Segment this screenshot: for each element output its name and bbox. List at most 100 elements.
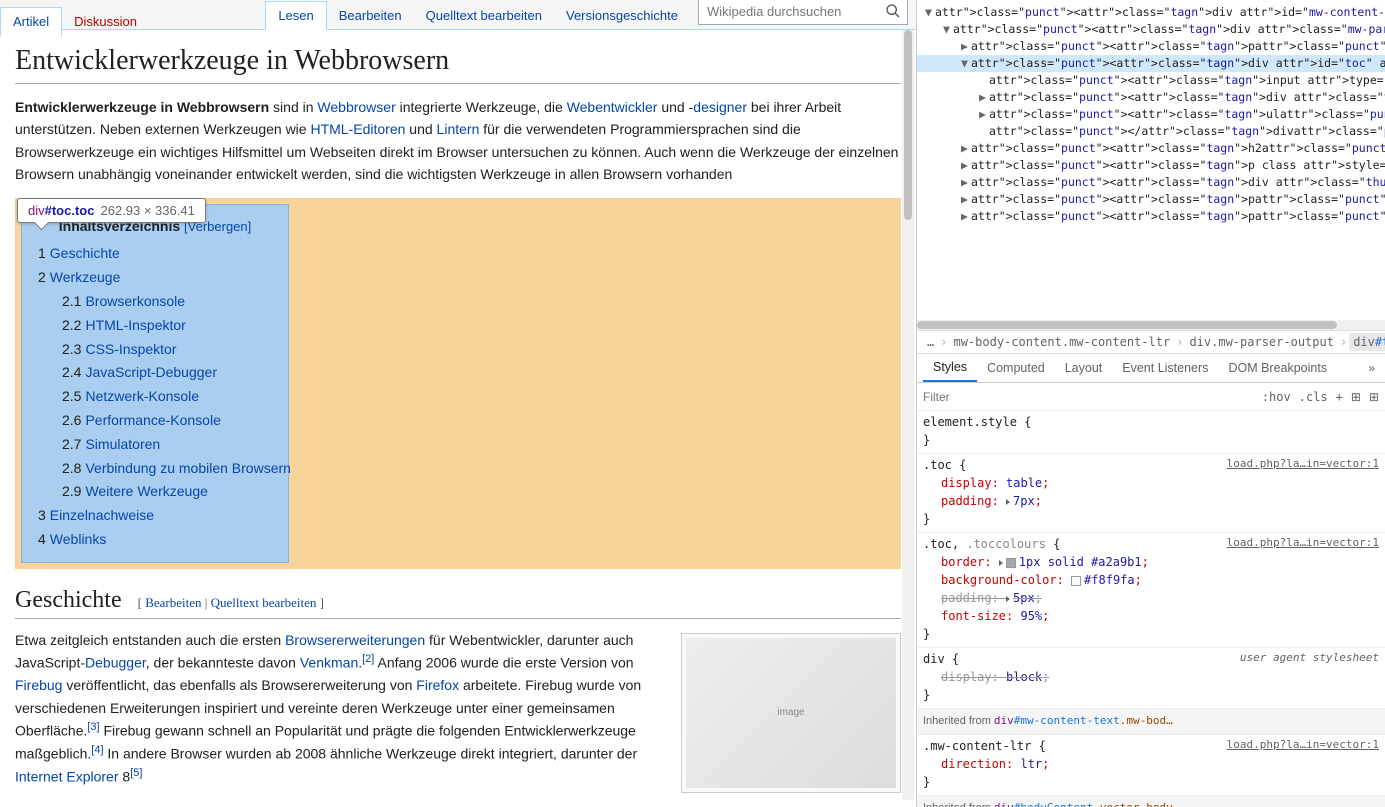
- dom-node[interactable]: ▶attr">class="punct"><attr">class="tagn"…: [917, 140, 1385, 157]
- tab-versionsgeschichte[interactable]: Versionsgeschichte: [554, 2, 690, 29]
- thumbnail-image[interactable]: image: [681, 633, 901, 793]
- css-rule[interactable]: .mw-content-ltr {load.php?la…in=vector:1…: [917, 735, 1385, 796]
- dom-node[interactable]: ▶attr">class="punct"><attr">class="tagn"…: [917, 208, 1385, 225]
- dom-node[interactable]: attr">class="punct"><attr">class="tagn">…: [917, 72, 1385, 89]
- toc-item[interactable]: 2Werkzeuge2.1Browserkonsole2.2HTML-Inspe…: [38, 266, 272, 504]
- breadcrumb-item[interactable]: …: [923, 333, 938, 351]
- toc-item[interactable]: 4Weblinks: [38, 528, 272, 552]
- toc-item[interactable]: 2.8Verbindung zu mobilen Browsern: [62, 457, 272, 481]
- tab-bearbeiten[interactable]: Bearbeiten: [327, 2, 414, 29]
- dom-node[interactable]: ▶attr">class="punct"><attr">class="tagn"…: [917, 89, 1385, 106]
- link-debugger[interactable]: Debugger: [85, 655, 146, 671]
- dom-node[interactable]: attr">class="punct"></attr">class="tagn"…: [917, 123, 1385, 140]
- toc-item[interactable]: 2.4JavaScript-Debugger: [62, 361, 272, 385]
- expand-arrow-icon[interactable]: ▶: [961, 157, 971, 174]
- expand-arrow-icon[interactable]: ▼: [925, 4, 935, 21]
- device-icon[interactable]: ⊞: [1351, 390, 1361, 404]
- styles-panel-tabs: StylesComputedLayoutEvent ListenersDOM B…: [917, 354, 1385, 383]
- breadcrumb-item[interactable]: mw-body-content.mw-content-ltr: [949, 333, 1174, 351]
- link-lintern[interactable]: Lintern: [437, 121, 480, 137]
- expand-arrow-icon[interactable]: ▶: [961, 208, 971, 225]
- toc-item[interactable]: 1Geschichte: [38, 242, 272, 266]
- edit-section-link[interactable]: [ Bearbeiten | Quelltext bearbeiten ]: [138, 595, 324, 610]
- dom-node[interactable]: ▼attr">class="punct"><attr">class="tagn"…: [917, 55, 1385, 72]
- link-firefox[interactable]: Firefox: [416, 677, 459, 693]
- page-tabs: ArtikelDiskussion LesenBearbeitenQuellte…: [0, 0, 916, 30]
- breadcrumb-item[interactable]: div#toc.toc: [1349, 333, 1385, 351]
- search-box: [698, 0, 908, 25]
- dom-horizontal-scrollbar[interactable]: [917, 320, 1385, 330]
- tab-artikel[interactable]: Artikel: [0, 7, 62, 36]
- search-input[interactable]: [699, 0, 879, 23]
- dom-node[interactable]: ▶attr">class="punct"><attr">class="tagn"…: [917, 106, 1385, 123]
- link-ie[interactable]: Internet Explorer: [15, 769, 119, 785]
- styles-filter-row: :hov .cls + ⊞ ⊞: [917, 383, 1385, 411]
- css-rule[interactable]: .toc, .toccolours {load.php?la…in=vector…: [917, 533, 1385, 648]
- css-rule[interactable]: div {user agent stylesheetdisplay: block…: [917, 648, 1385, 709]
- panel-tab-styles[interactable]: Styles: [923, 354, 977, 382]
- dom-node[interactable]: ▼attr">class="punct"><attr">class="tagn"…: [917, 21, 1385, 38]
- toc-item[interactable]: 2.7Simulatoren: [62, 433, 272, 457]
- toc-item[interactable]: 2.3CSS-Inspektor: [62, 338, 272, 362]
- panel-tab-layout[interactable]: Layout: [1055, 355, 1113, 381]
- element-inspect-tooltip: div#toc.toc262.93 × 336.41: [17, 198, 206, 223]
- toc-item[interactable]: 2.9Weitere Werkzeuge: [62, 480, 272, 504]
- link-firebug[interactable]: Firebug: [15, 677, 62, 693]
- expand-arrow-icon[interactable]: ▶: [979, 89, 989, 106]
- link-webbrowser[interactable]: Webbrowser: [317, 99, 395, 115]
- intro-paragraph: Entwicklerwerkzeuge in Webbrowsern sind …: [15, 96, 901, 186]
- dom-node[interactable]: ▶attr">class="punct"><attr">class="tagn"…: [917, 157, 1385, 174]
- breadcrumb-item[interactable]: div.mw-parser-output: [1185, 333, 1338, 351]
- link-venkman[interactable]: Venkman: [300, 655, 358, 671]
- toc-item[interactable]: 2.1Browserkonsole: [62, 290, 272, 314]
- dom-node[interactable]: ▶attr">class="punct"><attr">class="tagn"…: [917, 174, 1385, 191]
- link-designer[interactable]: designer: [693, 99, 747, 115]
- wikipedia-page: ArtikelDiskussion LesenBearbeitenQuellte…: [0, 0, 917, 807]
- expand-arrow-icon[interactable]: ▶: [979, 106, 989, 123]
- article-content: Entwicklerwerkzeuge in Webbrowsern Entwi…: [0, 30, 916, 807]
- ref-2[interactable]: [2]: [362, 653, 374, 665]
- css-rule[interactable]: element.style {}: [917, 411, 1385, 454]
- dom-node[interactable]: ▶attr">class="punct"><attr">class="tagn"…: [917, 191, 1385, 208]
- table-of-contents: Inhaltsverzeichnis [Verbergen] 1Geschich…: [21, 204, 289, 563]
- search-button[interactable]: [879, 0, 907, 24]
- inherited-header: Inherited from div#bodyContent.vector-bo…: [917, 796, 1385, 807]
- more-tabs-icon[interactable]: »: [1364, 357, 1379, 379]
- tab-quelltext-bearbeiten[interactable]: Quelltext bearbeiten: [414, 2, 554, 29]
- panel-tab-event-listeners[interactable]: Event Listeners: [1112, 355, 1218, 381]
- link-webentwickler[interactable]: Webentwickler: [567, 99, 658, 115]
- styles-filter-input[interactable]: [923, 390, 1262, 404]
- panel-tab-computed[interactable]: Computed: [977, 355, 1055, 381]
- dom-tree[interactable]: ▼attr">class="punct"><attr">class="tagn"…: [917, 0, 1385, 320]
- page-scrollbar[interactable]: [902, 30, 914, 800]
- expand-arrow-icon[interactable]: ▶: [961, 140, 971, 157]
- ref-5[interactable]: [5]: [130, 767, 142, 779]
- link-browsererweiterungen[interactable]: Browsererweiterungen: [285, 632, 425, 648]
- dom-node[interactable]: ▼attr">class="punct"><attr">class="tagn"…: [917, 4, 1385, 21]
- expand-arrow-icon[interactable]: ▶: [961, 191, 971, 208]
- expand-arrow-icon[interactable]: ▼: [961, 55, 971, 72]
- filter-tool-cls[interactable]: .cls: [1299, 390, 1328, 404]
- styles-pane[interactable]: element.style {}.toc {load.php?la…in=vec…: [917, 411, 1385, 807]
- devtools-panel: ▼attr">class="punct"><attr">class="tagn"…: [917, 0, 1385, 807]
- filter-tool-+[interactable]: +: [1336, 390, 1343, 404]
- dom-node[interactable]: ▶attr">class="punct"><attr">class="tagn"…: [917, 38, 1385, 55]
- dom-breadcrumb[interactable]: …›mw-body-content.mw-content-ltr›div.mw-…: [917, 330, 1385, 354]
- expand-arrow-icon[interactable]: ▶: [961, 38, 971, 55]
- expand-arrow-icon[interactable]: ▼: [943, 21, 953, 38]
- expand-arrow-icon[interactable]: ▶: [961, 174, 971, 191]
- toc-item[interactable]: 2.2HTML-Inspektor: [62, 314, 272, 338]
- css-rule[interactable]: .toc {load.php?la…in=vector:1display: ta…: [917, 454, 1385, 533]
- search-icon: [885, 3, 901, 19]
- panel-icon[interactable]: ⊞: [1369, 390, 1379, 404]
- ref-4[interactable]: [4]: [91, 744, 103, 756]
- link-html-editoren[interactable]: HTML-Editoren: [310, 121, 405, 137]
- toc-item[interactable]: 2.6Performance-Konsole: [62, 409, 272, 433]
- toc-item[interactable]: 3Einzelnachweise: [38, 504, 272, 528]
- panel-tab-dom-breakpoints[interactable]: DOM Breakpoints: [1218, 355, 1337, 381]
- toc-item[interactable]: 2.5Netzwerk-Konsole: [62, 385, 272, 409]
- filter-tool-hov[interactable]: :hov: [1262, 390, 1291, 404]
- tab-lesen[interactable]: Lesen: [265, 1, 326, 30]
- tab-diskussion[interactable]: Diskussion: [62, 8, 149, 35]
- ref-3[interactable]: [3]: [87, 721, 99, 733]
